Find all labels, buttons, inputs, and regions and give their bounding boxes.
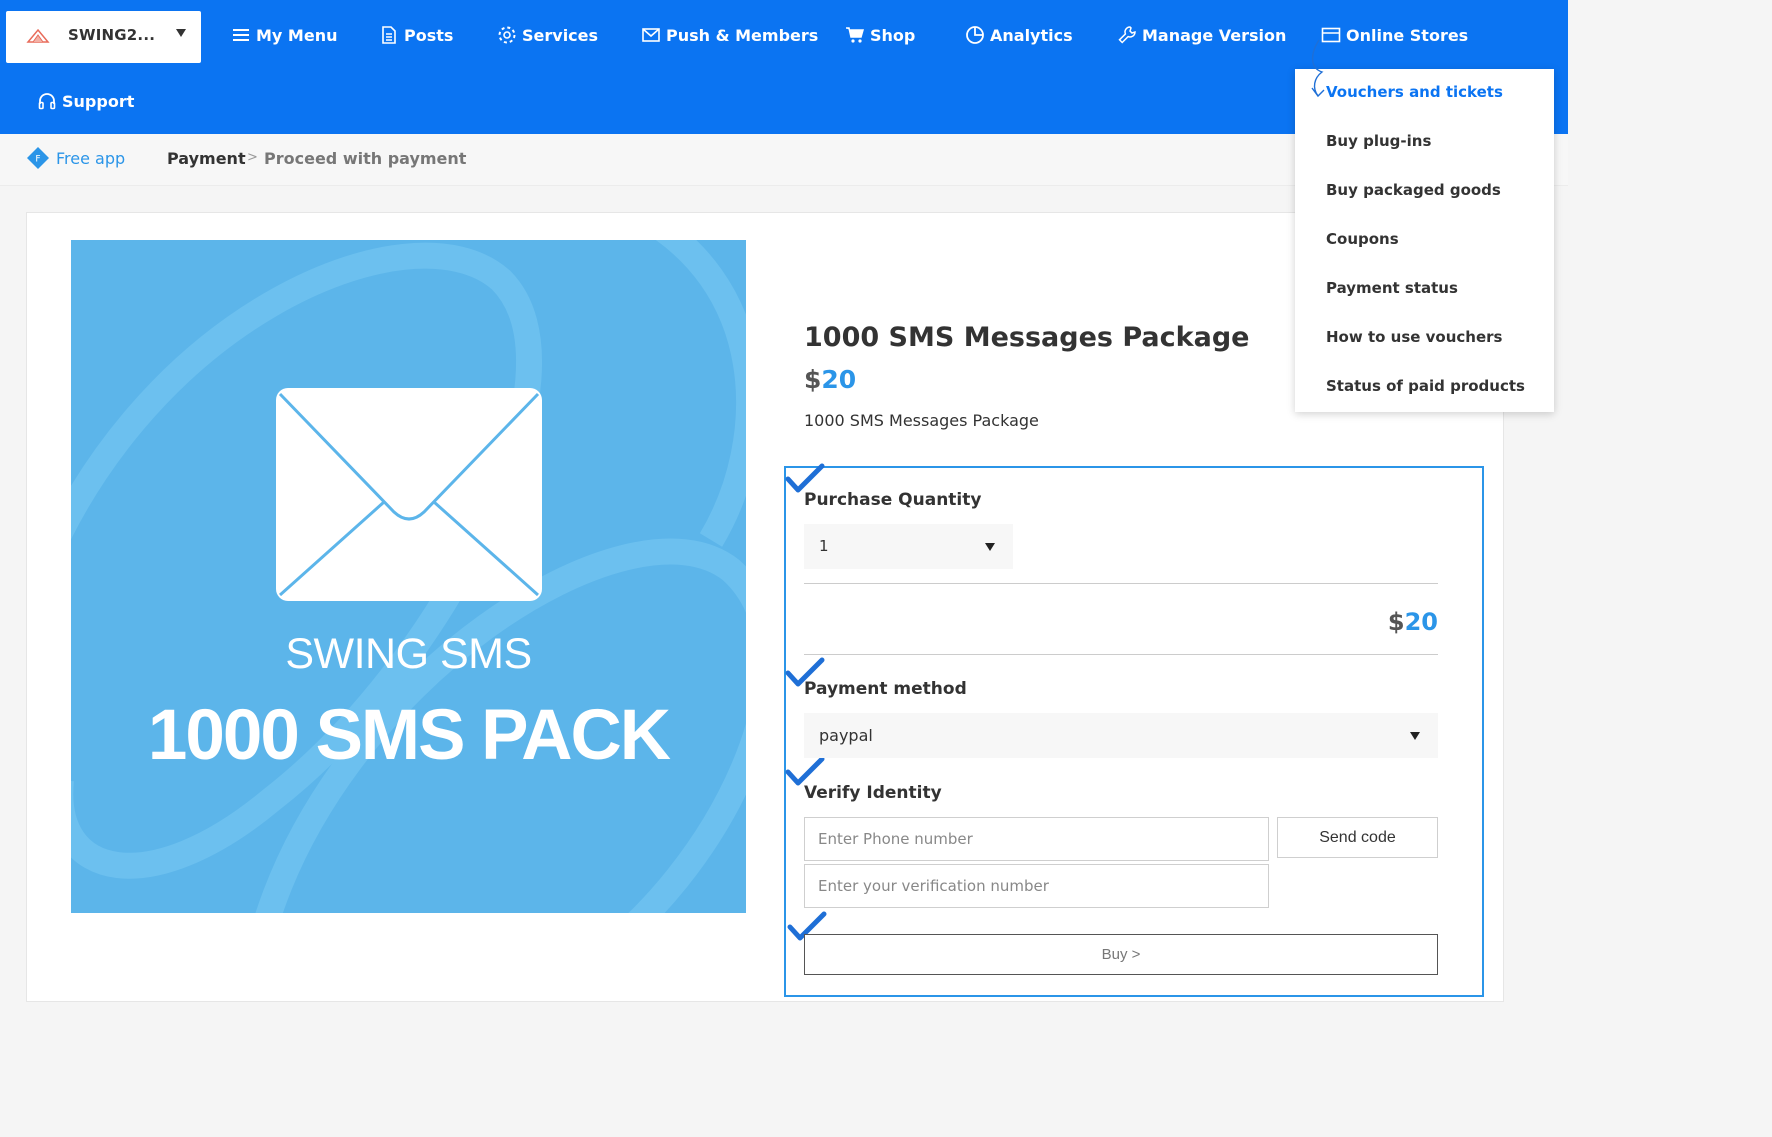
menu-icon	[233, 29, 249, 41]
nav-label: Shop	[870, 25, 916, 45]
buy-button[interactable]: Buy >	[804, 934, 1438, 975]
dropdown-item-coupons[interactable]: Coupons	[1326, 230, 1399, 248]
wrench-icon	[1118, 26, 1136, 44]
nav-label: Push & Members	[666, 25, 819, 45]
divider	[804, 654, 1438, 655]
breadcrumb-payment[interactable]: Payment	[167, 149, 246, 168]
purchase-quantity-label: Purchase Quantity	[804, 490, 982, 510]
payment-method-value: paypal	[819, 726, 873, 745]
dropdown-item-buy-packaged-goods[interactable]: Buy packaged goods	[1326, 181, 1501, 199]
breadcrumb-separator: >	[247, 150, 258, 165]
nav-label: Analytics	[990, 25, 1073, 45]
dropdown-item-payment-status[interactable]: Payment status	[1326, 279, 1458, 297]
nav-shop[interactable]: Shop	[845, 25, 915, 45]
pointer-arrow-icon	[1311, 39, 1325, 98]
payment-method-select[interactable]: paypal	[804, 713, 1438, 758]
nav-online-stores[interactable]: Online Stores	[1321, 25, 1468, 45]
headset-icon	[38, 93, 56, 110]
product-price: $20	[804, 365, 856, 394]
total-price: $20	[1380, 608, 1438, 636]
divider	[804, 583, 1438, 584]
total-currency: $	[1387, 608, 1405, 636]
mail-icon	[642, 28, 660, 42]
product-description: 1000 SMS Messages Package	[804, 411, 1039, 430]
image-brand-text: SWING SMS	[285, 630, 532, 678]
nav-services[interactable]: Services	[497, 25, 598, 45]
verification-number-input[interactable]	[804, 864, 1269, 908]
product-title: 1000 SMS Messages Package	[804, 322, 1250, 353]
chevron-down-icon	[985, 543, 995, 551]
envelope-icon	[276, 388, 542, 601]
nav-label: Services	[522, 25, 599, 45]
nav-push-members[interactable]: Push & Members	[641, 25, 818, 45]
dropdown-item-vouchers-and-tickets[interactable]: Vouchers and tickets	[1326, 83, 1503, 101]
nav-label: My Menu	[256, 25, 338, 45]
app-name: SWING2...	[68, 26, 156, 44]
nav-label: Support	[62, 91, 135, 111]
phone-number-input[interactable]	[804, 817, 1269, 861]
app-badge-icon: F	[27, 147, 49, 169]
nav-manage-version[interactable]: Manage Version	[1117, 25, 1286, 45]
free-app-label: Free app	[56, 148, 126, 168]
breadcrumb-current: Proceed with payment	[264, 149, 467, 168]
dropdown-item-status-of-paid-products[interactable]: Status of paid products	[1326, 377, 1525, 395]
cart-icon	[846, 27, 864, 43]
nav-posts[interactable]: Posts	[379, 25, 453, 45]
payment-method-label: Payment method	[804, 679, 967, 699]
gear-icon	[498, 26, 516, 44]
nav-label: Posts	[404, 25, 454, 45]
send-code-button[interactable]: Send code	[1277, 817, 1438, 858]
quantity-select[interactable]: 1	[804, 524, 1013, 569]
app-badge-letter: F	[35, 155, 40, 165]
app-selector[interactable]: SWING2...	[6, 11, 201, 63]
nav-label: Online Stores	[1346, 25, 1469, 45]
total-value: 20	[1404, 608, 1438, 636]
dropdown-item-buy-plug-ins[interactable]: Buy plug-ins	[1326, 132, 1431, 150]
nav-support[interactable]: Support	[37, 91, 134, 111]
online-stores-dropdown: Vouchers and tickets Buy plug-ins Buy pa…	[1295, 69, 1554, 412]
nav-analytics[interactable]: Analytics	[965, 25, 1073, 45]
product-image: SWING SMS 1000 SMS PACK	[71, 240, 746, 913]
document-icon	[382, 26, 396, 44]
price-currency: $	[804, 365, 822, 394]
price-value: 20	[821, 365, 857, 394]
quantity-value: 1	[819, 537, 829, 555]
verify-identity-label: Verify Identity	[804, 783, 942, 803]
nav-label: Manage Version	[1142, 25, 1287, 45]
free-app-link[interactable]: F Free app	[26, 146, 125, 170]
chevron-down-icon	[176, 29, 186, 37]
app-logo-icon	[26, 28, 50, 43]
nav-my-menu[interactable]: My Menu	[231, 25, 337, 45]
pie-chart-icon	[966, 26, 984, 44]
image-pack-text: 1000 SMS PACK	[147, 696, 671, 775]
chevron-down-icon	[1410, 732, 1420, 740]
dropdown-item-how-to-use-vouchers[interactable]: How to use vouchers	[1326, 328, 1502, 346]
